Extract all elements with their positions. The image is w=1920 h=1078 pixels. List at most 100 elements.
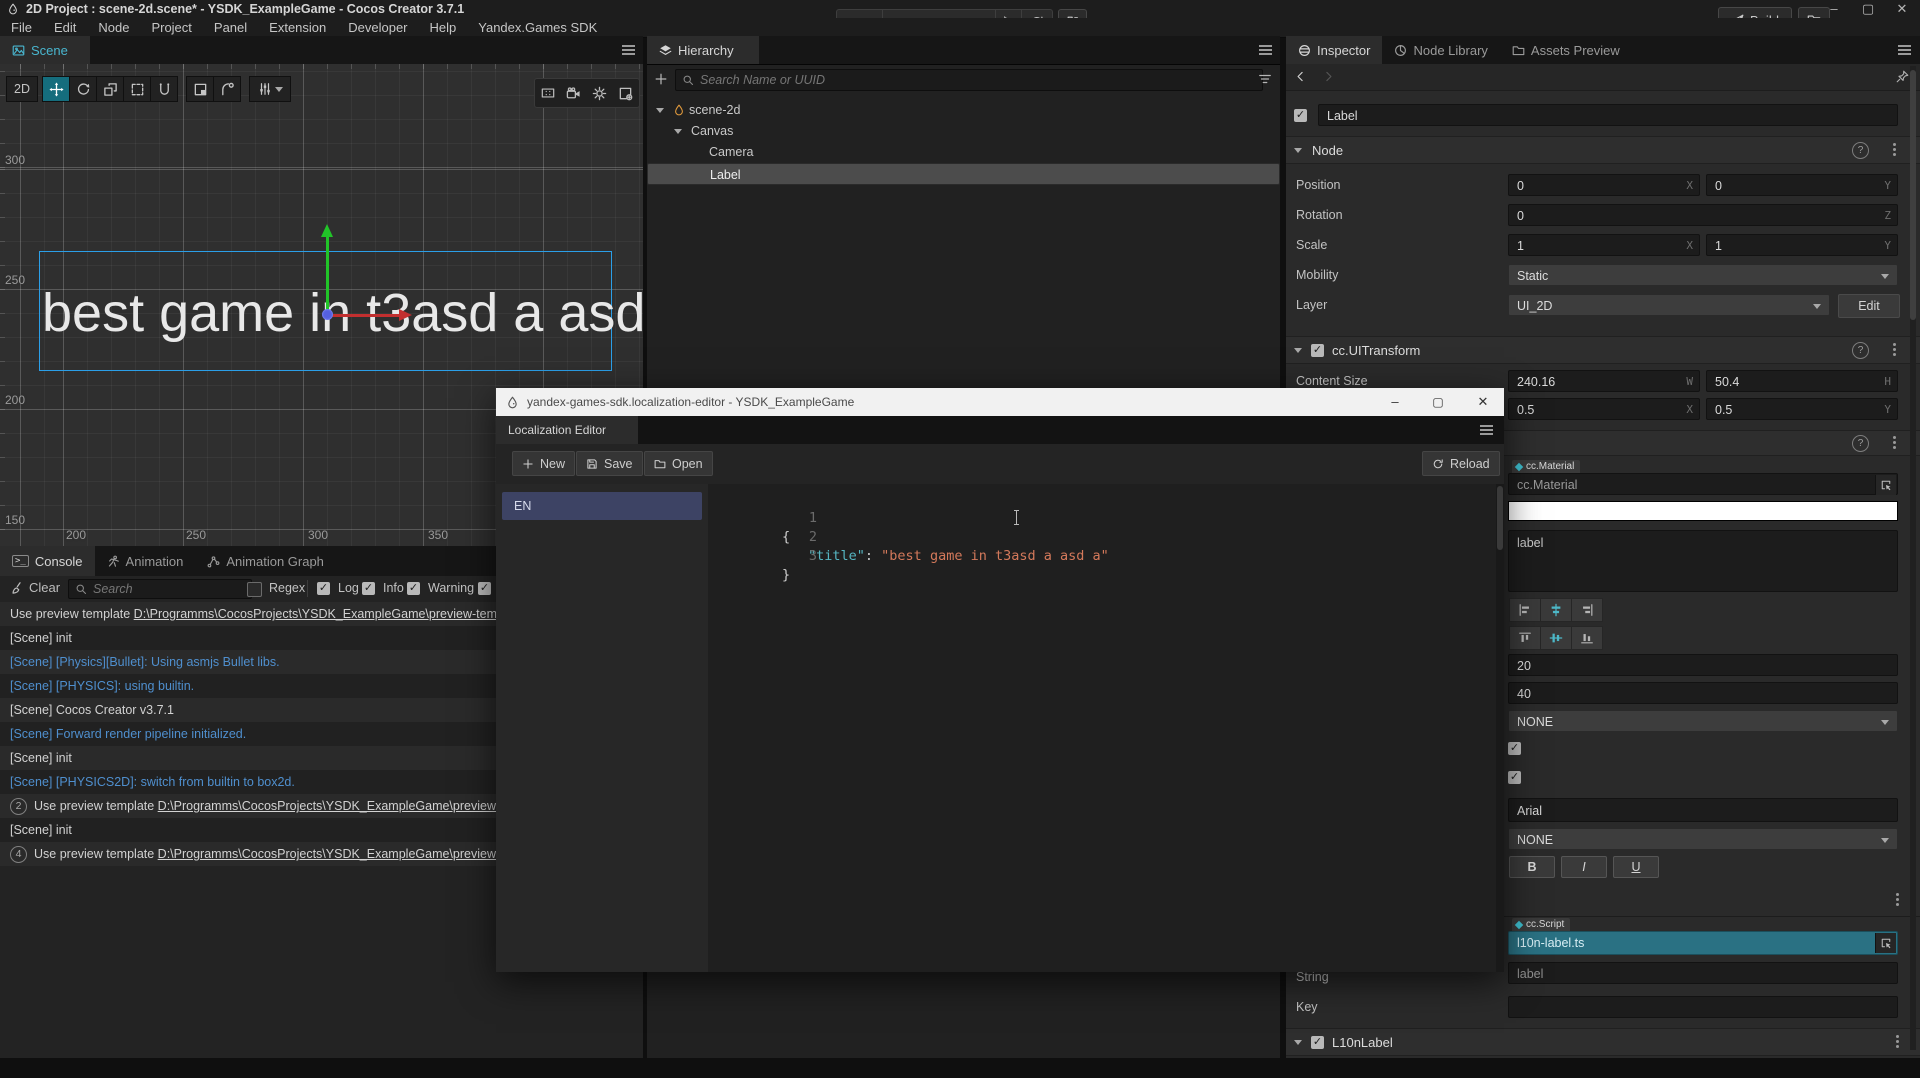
label-option2-checkbox[interactable]: ✓ <box>1508 771 1521 784</box>
log-checkbox[interactable]: ✓ <box>317 582 330 595</box>
italic-button[interactable]: I <box>1561 856 1607 878</box>
label-string-textarea[interactable]: label <box>1508 530 1898 592</box>
log-link[interactable]: D:\Programms\CocosProjects\YSDK_ExampleG… <box>158 799 521 813</box>
save-button[interactable]: Save <box>576 451 643 476</box>
l10nlabel-checkbox[interactable]: ✓ <box>1311 1036 1324 1049</box>
scale-x-input[interactable]: 1X <box>1508 234 1700 256</box>
layer-select[interactable]: UI_2D <box>1508 294 1830 316</box>
locwin-titlebar[interactable]: yandex-games-sdk.localization-editor - Y… <box>496 388 1504 416</box>
canvas-label-text[interactable]: best game in t3asd a asd a <box>42 282 690 344</box>
gizmo-center-handle[interactable] <box>322 309 333 320</box>
tab-hierarchy[interactable]: Hierarchy <box>647 36 759 64</box>
script-label-field[interactable]: label <box>1508 962 1898 984</box>
menu-extension[interactable]: Extension <box>258 18 337 37</box>
menu-help[interactable]: Help <box>419 18 468 37</box>
info-checkbox[interactable]: ✓ <box>362 582 375 595</box>
halign-left-button[interactable] <box>1509 598 1541 622</box>
history-forward-icon[interactable] <box>1322 70 1335 83</box>
viewport-export-icon[interactable] <box>618 86 633 101</box>
component-menu-icon[interactable] <box>1896 898 1899 901</box>
json-code-editor[interactable]: 1 { 2 "title": "best game in t3asd a asd… <box>708 484 1504 972</box>
menu-node[interactable]: Node <box>87 18 140 37</box>
layer-edit-button[interactable]: Edit <box>1838 294 1900 318</box>
scrollbar-thumb[interactable] <box>1497 486 1503 550</box>
section-menu-icon[interactable] <box>1896 1040 1899 1043</box>
valign-bottom-button[interactable] <box>1571 626 1603 650</box>
inspector-menu-icon[interactable] <box>1898 49 1911 51</box>
tab-scene[interactable]: Scene <box>0 36 90 64</box>
tree-row-canvas[interactable]: Canvas <box>647 121 1280 142</box>
tree-row-camera[interactable]: Camera <box>647 142 1280 163</box>
locwin-minimize-button[interactable]: – <box>1380 388 1410 416</box>
menu-panel[interactable]: Panel <box>203 18 258 37</box>
filter-list-icon[interactable] <box>1258 72 1272 86</box>
valign-top-button[interactable] <box>1509 626 1541 650</box>
tab-animation-graph[interactable]: Animation Graph <box>195 546 336 576</box>
content-size-h-input[interactable]: 50.4H <box>1706 370 1898 392</box>
position-x-input[interactable]: 0X <box>1508 174 1700 196</box>
history-back-icon[interactable] <box>1294 70 1307 83</box>
tab-localization-editor[interactable]: Localization Editor <box>496 416 638 444</box>
gizmo-ui-tool-button[interactable] <box>150 76 178 102</box>
help-icon[interactable]: ? <box>1852 342 1869 359</box>
asset-picker-icon[interactable] <box>1875 933 1896 953</box>
section-menu-icon[interactable] <box>1893 441 1896 444</box>
aspect-ratio-icon[interactable] <box>541 86 555 100</box>
rotation-z-input[interactable]: 0Z <box>1508 204 1898 226</box>
anchor-tool-button[interactable] <box>213 76 241 102</box>
hierarchy-search-input[interactable]: Search Name or UUID <box>675 69 1263 91</box>
regex-checkbox[interactable] <box>247 582 262 597</box>
valign-middle-button[interactable] <box>1540 626 1572 650</box>
label-option1-checkbox[interactable]: ✓ <box>1508 742 1521 755</box>
menu-yandex-games-sdk[interactable]: Yandex.Games SDK <box>467 18 608 37</box>
locwin-maximize-button[interactable]: ▢ <box>1423 388 1453 416</box>
key-input[interactable] <box>1508 996 1898 1018</box>
add-node-icon[interactable] <box>654 72 668 86</box>
anchor-x-input[interactable]: 0.5X <box>1508 398 1700 420</box>
scene-menu-icon[interactable] <box>622 49 635 51</box>
hierarchy-menu-icon[interactable] <box>1259 49 1272 51</box>
cache-mode-select[interactable]: NONE <box>1508 828 1898 850</box>
inspector-scrollbar[interactable] <box>1910 66 1916 1050</box>
new-button[interactable]: New <box>512 451 575 476</box>
expand-caret-icon[interactable] <box>656 108 664 113</box>
clear-console-button[interactable]: Clear <box>10 580 60 595</box>
tab-node-library[interactable]: Node Library <box>1382 36 1499 64</box>
rect-tool-button[interactable] <box>123 76 151 102</box>
help-icon[interactable]: ? <box>1852 142 1869 159</box>
tree-row-label[interactable]: Label <box>647 163 1280 185</box>
locwin-close-button[interactable]: ✕ <box>1468 388 1498 416</box>
material-field[interactable]: cc.Material <box>1508 473 1898 495</box>
gizmo-settings-button[interactable] <box>249 76 291 102</box>
uitransform-section-header[interactable]: ✓ cc.UITransform ? <box>1286 336 1920 364</box>
halign-right-button[interactable] <box>1571 598 1603 622</box>
menu-developer[interactable]: Developer <box>337 18 418 37</box>
error-checkbox[interactable]: ✓ <box>478 582 491 595</box>
expand-caret-icon[interactable] <box>674 129 682 134</box>
underline-button[interactable]: U <box>1613 856 1659 878</box>
menu-edit[interactable]: Edit <box>43 18 87 37</box>
toggle-2d-3d-button[interactable]: 2D <box>6 76 38 102</box>
tab-animation[interactable]: Animation <box>95 546 196 576</box>
script-file-field[interactable]: l10n-label.ts <box>1508 931 1898 955</box>
section-menu-icon[interactable] <box>1893 148 1896 151</box>
tab-assets-preview[interactable]: Assets Preview <box>1500 36 1632 64</box>
camera-icon[interactable] <box>566 86 581 101</box>
help-icon[interactable]: ? <box>1852 435 1869 452</box>
log-link[interactable]: D:\Programms\CocosProjects\YSDK_ExampleG… <box>158 847 521 861</box>
position-y-input[interactable]: 0Y <box>1706 174 1898 196</box>
gizmo-y-axis[interactable] <box>326 236 329 316</box>
label-color-swatch[interactable] <box>1508 501 1898 521</box>
scale-y-input[interactable]: 1Y <box>1706 234 1898 256</box>
snap-tool-button[interactable] <box>186 76 214 102</box>
node-section-header[interactable]: Node ? <box>1286 136 1920 164</box>
warning-checkbox[interactable]: ✓ <box>407 582 420 595</box>
gizmo-x-axis[interactable] <box>328 314 401 317</box>
pin-icon[interactable] <box>1896 70 1909 83</box>
log-link[interactable]: D:\Programms\CocosProjects\YSDK_ExampleG… <box>134 607 517 621</box>
tree-row-scene-2d[interactable]: scene-2d <box>647 100 1280 121</box>
asset-picker-icon[interactable] <box>1875 475 1896 495</box>
locwin-menu-icon[interactable] <box>1480 429 1493 431</box>
menu-file[interactable]: File <box>0 18 43 37</box>
font-family-input[interactable]: Arial <box>1508 798 1898 822</box>
